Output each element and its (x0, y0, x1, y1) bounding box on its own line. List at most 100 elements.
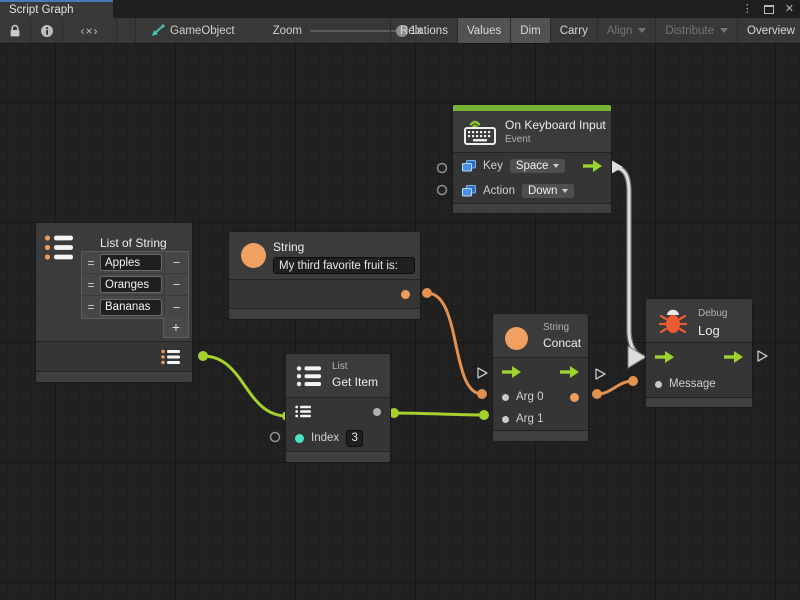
close-icon[interactable]: ✕ (785, 4, 794, 15)
node-header: On Keyboard Input Event (453, 111, 611, 153)
dim-button[interactable]: Dim (510, 18, 549, 43)
window-controls: ⋮ ✕ (742, 0, 794, 18)
list-item-field[interactable]: Bananas (100, 299, 162, 316)
arg1-input-port[interactable] (502, 416, 509, 423)
index-label: Index (311, 432, 339, 444)
flow-out-arrow-icon[interactable] (560, 366, 579, 378)
code-view-button[interactable]: ‹×› (63, 18, 117, 43)
node-body (229, 280, 420, 308)
node-header: List of String = Apples − = Oranges − = … (36, 223, 192, 342)
list-item-field[interactable]: Oranges (100, 276, 162, 293)
key-dropdown[interactable]: Space (510, 159, 566, 173)
node-debug-log[interactable]: Debug Log Message (645, 298, 753, 408)
lock-button[interactable] (0, 18, 31, 43)
chevron-down-icon (720, 28, 728, 33)
arg0-row: Arg 0 (493, 386, 588, 408)
string-output-port[interactable] (401, 290, 410, 299)
node-concat[interactable]: String Concat Arg 0 Arg 1 (492, 313, 589, 442)
arg0-input-port[interactable] (502, 394, 509, 401)
string-value-field[interactable]: My third favorite fruit is: (273, 257, 415, 274)
flow-row (493, 358, 588, 386)
flow-row (646, 343, 752, 371)
keyboard-icon (463, 117, 499, 147)
node-title: Get Item (332, 375, 378, 389)
message-input-port[interactable] (655, 381, 662, 388)
code-icon: ‹×› (81, 24, 99, 38)
tab-script-graph[interactable]: Script Graph (0, 0, 113, 18)
index-input-port[interactable] (295, 434, 304, 443)
index-field[interactable]: 3 (346, 430, 363, 447)
key-label: Key (483, 160, 503, 172)
remove-item-button[interactable]: − (164, 252, 188, 273)
info-icon (40, 24, 54, 38)
tab-title: Script Graph (9, 4, 74, 16)
node-list-of-string[interactable]: List of String = Apples − = Oranges − = … (35, 222, 193, 383)
drag-handle-icon[interactable]: = (82, 300, 100, 314)
node-header: List Get Item (286, 354, 390, 398)
tab-bar: Script Graph ⋮ ✕ (0, 0, 800, 18)
key-field-icon (462, 160, 476, 172)
node-footer (646, 397, 752, 407)
drag-handle-icon[interactable]: = (82, 278, 100, 292)
node-footer (229, 308, 420, 319)
action-field-icon (462, 185, 476, 197)
flow-in-arrow-icon[interactable] (502, 366, 521, 378)
node-body: Key Space Action Down (453, 153, 611, 203)
action-dropdown[interactable]: Down (522, 184, 574, 198)
node-string-literal[interactable]: String My third favorite fruit is: (228, 231, 421, 320)
zoom-slider[interactable] (310, 30, 402, 32)
list-input-port[interactable] (295, 405, 311, 418)
align-button: Align (597, 18, 656, 43)
node-category: Debug (698, 308, 727, 319)
values-button[interactable]: Values (457, 18, 510, 43)
list-icon (44, 234, 74, 262)
node-title: On Keyboard Input (505, 118, 606, 132)
node-title: List of String (100, 236, 167, 250)
flow-out-arrow-icon[interactable] (724, 351, 743, 363)
message-row: Message (646, 371, 752, 397)
flow-in-arrow-icon[interactable] (655, 351, 674, 363)
toolbar-divider (117, 18, 136, 43)
node-on-keyboard-input[interactable]: On Keyboard Input Event Key Space (452, 104, 612, 214)
list-item-field[interactable]: Apples (100, 254, 162, 271)
script-graph-window: Script Graph ⋮ ✕ ‹×› (0, 0, 800, 600)
inspector-button[interactable] (31, 18, 63, 43)
node-header: Debug Log (646, 299, 752, 343)
list-editor: = Apples − = Oranges − = Bananas − (81, 251, 189, 319)
node-footer (453, 203, 611, 213)
toolbar-toggles: Relations Values Dim Carry Align Distrib… (390, 18, 800, 43)
node-get-item[interactable]: List Get Item Index 3 (285, 353, 391, 463)
gameobject-target[interactable]: GameObject (142, 18, 243, 43)
node-title: String (273, 240, 304, 254)
node-body (36, 342, 192, 371)
item-output-port[interactable] (373, 408, 381, 416)
carry-button[interactable]: Carry (550, 18, 597, 43)
arg1-row: Arg 1 (493, 408, 588, 430)
node-category: String (543, 322, 569, 333)
remove-item-button[interactable]: − (164, 274, 188, 295)
add-item-button[interactable]: + (163, 317, 189, 338)
node-category: List (332, 361, 348, 372)
zoom-label: Zoom (273, 25, 302, 37)
list-input-row (286, 398, 390, 425)
drag-handle-icon[interactable]: = (82, 256, 100, 270)
message-label: Message (669, 378, 716, 390)
action-label: Action (483, 185, 515, 197)
overview-button[interactable]: Overview (737, 18, 800, 43)
maximize-icon[interactable] (764, 5, 774, 14)
flow-out-arrow-icon[interactable] (583, 160, 602, 172)
chevron-down-icon (562, 189, 568, 193)
node-footer (286, 451, 390, 462)
node-body: Arg 0 Arg 1 (493, 358, 588, 430)
node-body: Index 3 (286, 398, 390, 451)
arg0-label: Arg 0 (516, 391, 544, 403)
list-output-port[interactable] (161, 349, 180, 365)
result-output-port[interactable] (570, 393, 579, 402)
more-vertical-icon[interactable]: ⋮ (742, 4, 753, 15)
action-value: Down (528, 185, 557, 197)
string-type-icon (241, 243, 266, 268)
bug-icon (659, 307, 687, 335)
node-footer (36, 371, 192, 382)
remove-item-button[interactable]: − (164, 296, 188, 318)
relations-button[interactable]: Relations (390, 18, 457, 43)
